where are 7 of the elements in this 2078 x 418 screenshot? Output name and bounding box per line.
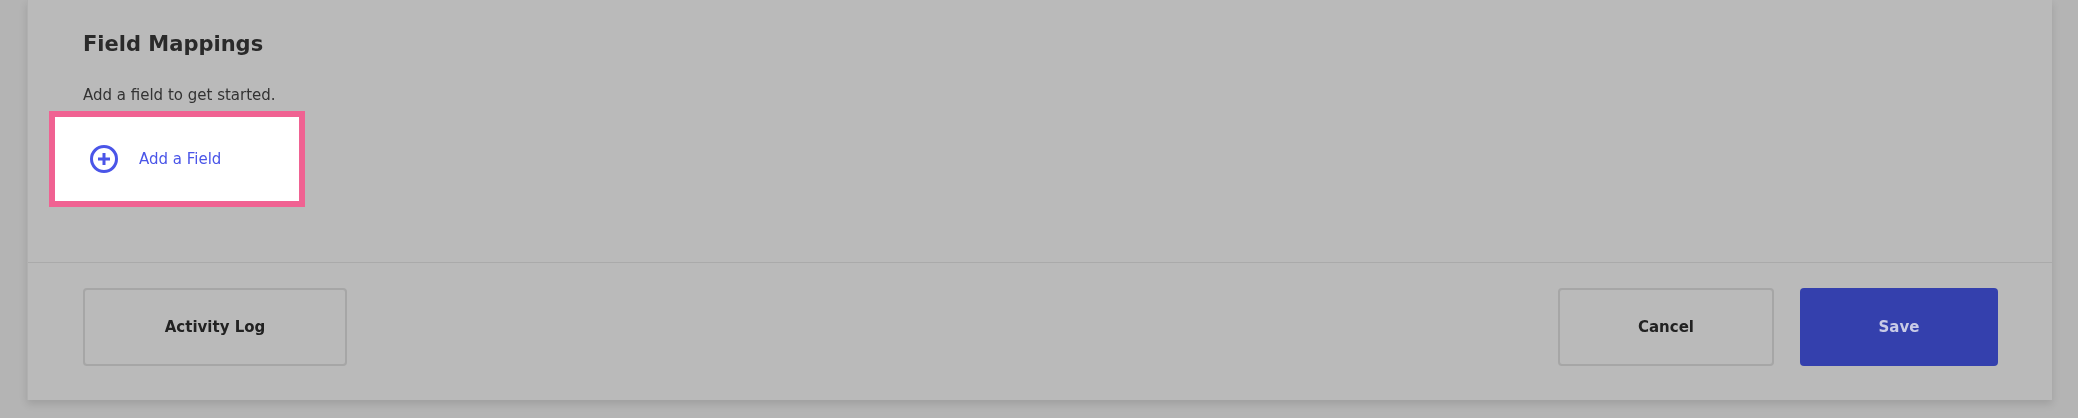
add-field-button[interactable]: Add a Field: [49, 111, 305, 207]
secondary-button[interactable]: Cancel: [1558, 287, 1774, 366]
hint-text: Add a field to get started.: [83, 86, 277, 104]
save-button[interactable]: Save: [1800, 287, 1998, 366]
section-title: Field Mappings: [83, 32, 265, 56]
plus-circle-icon: [89, 144, 119, 174]
secondary-button[interactable]: Activity Log: [83, 287, 347, 366]
